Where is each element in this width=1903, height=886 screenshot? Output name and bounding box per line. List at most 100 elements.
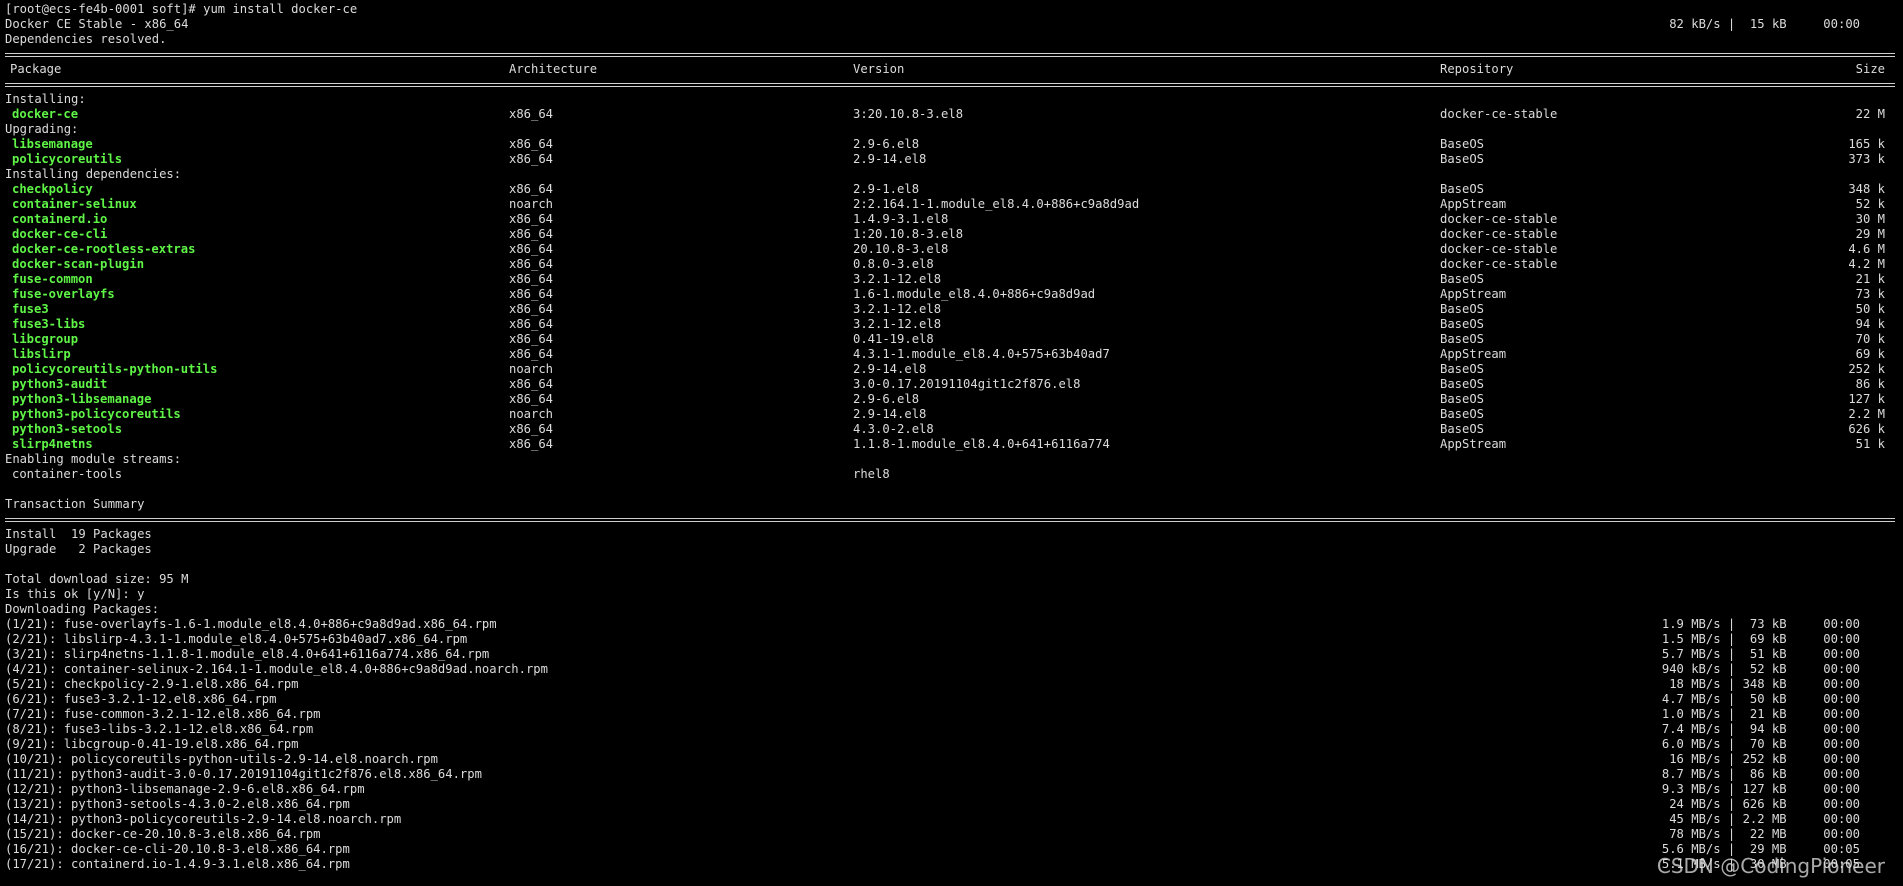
- package-version: 20.10.8-3.el8: [853, 242, 949, 256]
- package-arch: x86_64: [509, 242, 554, 256]
- section-title: Installing dependencies:: [5, 167, 182, 181]
- download-file: (17/21): containerd.io-1.4.9-3.1.el8.x86…: [5, 857, 350, 871]
- package-version: 0.8.0-3.el8: [853, 257, 934, 271]
- package-row: container-selinux noarch 2:2.164.1-1.modul…: [5, 197, 1895, 212]
- package-repo: AppStream: [1440, 347, 1507, 361]
- package-version: 2.9-14.el8: [853, 362, 927, 376]
- package-row: policycoreutils-python-utils noarch 2.9-14…: [5, 362, 1895, 377]
- package-repo: BaseOS: [1440, 152, 1485, 166]
- package-arch: x86_64: [509, 347, 554, 361]
- package-row: containerd.io x86_64 1.4.9-3.1.el8 docker-c…: [5, 212, 1895, 227]
- package-name: python3-audit: [12, 377, 108, 391]
- package-name: docker-ce: [12, 107, 79, 121]
- package-row: fuse3-libs x86_64 3.2.1-12.el8 BaseOS 94 k: [5, 317, 1895, 332]
- package-row: libsemanage x86_64 2.9-6.el8 BaseOS 165 k: [5, 137, 1895, 152]
- package-repo: docker-ce-stable: [1440, 212, 1558, 226]
- section-title: Upgrading:: [5, 122, 79, 136]
- package-arch: noarch: [509, 362, 554, 376]
- download-stats: 78 MB/s | 22 MB 00:00: [1669, 827, 1860, 841]
- package-repo: BaseOS: [1440, 377, 1485, 391]
- package-row: docker-ce-cli x86_64 1:20.10.8-3.el8 docker…: [5, 227, 1895, 242]
- package-arch: x86_64: [509, 437, 554, 451]
- package-arch: x86_64: [509, 257, 554, 271]
- package-version: 2.9-1.el8: [853, 182, 920, 196]
- package-repo: AppStream: [1440, 437, 1507, 451]
- download-stats: 1.5 MB/s | 69 kB 00:00: [1661, 632, 1860, 646]
- download-file: (9/21): libcgroup-0.41-19.el8.x86_64.rpm: [5, 737, 299, 751]
- download-row: (3/21): slirp4netns-1.1.8-1.module_el8.4…: [5, 647, 1895, 662]
- download-stats: 16 MB/s | 252 kB 00:00: [1669, 752, 1860, 766]
- package-arch: x86_64: [509, 227, 554, 241]
- download-file: (13/21): python3-setools-4.3.0-2.el8.x86…: [5, 797, 350, 811]
- package-version: 3.0-0.17.20191104git1c2f876.el8: [853, 377, 1081, 391]
- package-row: fuse-overlayfs x86_64 1.6-1.module_el8.4.0…: [5, 287, 1895, 302]
- terminal-output[interactable]: [root@ecs-fe4b-0001 soft]# yum install d…: [5, 2, 1895, 872]
- download-stats: 5.7 MB/s | 51 kB 00:00: [1661, 647, 1860, 661]
- package-version: 2.9-14.el8: [853, 152, 927, 166]
- package-row: libslirp x86_64 4.3.1-1.module_el8.4.0+575…: [5, 347, 1895, 362]
- download-row: (12/21): python3-libsemanage-2.9-6.el8.x…: [5, 782, 1895, 797]
- download-file: (8/21): fuse3-libs-3.2.1-12.el8.x86_64.r…: [5, 722, 314, 736]
- download-row: (6/21): fuse3-3.2.1-12.el8.x86_64.rpm 4.7…: [5, 692, 1895, 707]
- package-repo: BaseOS: [1440, 317, 1485, 331]
- package-arch: x86_64: [509, 152, 554, 166]
- package-arch: x86_64: [509, 377, 554, 391]
- download-row: (14/21): python3-policycoreutils-2.9-14.…: [5, 812, 1895, 827]
- header-version: Version: [853, 62, 905, 76]
- download-file: (12/21): python3-libsemanage-2.9-6.el8.x…: [5, 782, 365, 796]
- total-download-size: Total download size: 95 M: [5, 572, 189, 586]
- download-file: (16/21): docker-ce-cli-20.10.8-3.el8.x86…: [5, 842, 350, 856]
- package-row: slirp4netns x86_64 1.1.8-1.module_el8.4.0+…: [5, 437, 1895, 452]
- package-arch: x86_64: [509, 272, 554, 286]
- package-arch: noarch: [509, 197, 554, 211]
- package-name: python3-libsemanage: [12, 392, 152, 406]
- package-name: docker-ce-cli: [12, 227, 108, 241]
- package-repo: AppStream: [1440, 197, 1507, 211]
- package-version: 3.2.1-12.el8: [853, 272, 942, 286]
- package-row: python3-audit x86_64 3.0-0.17.20191104git1…: [5, 377, 1895, 392]
- package-size: 127 k: [1848, 392, 1885, 406]
- module-streams-title: Enabling module streams:: [5, 452, 182, 466]
- package-size: 2.2 M: [1848, 407, 1885, 421]
- table-header: Package Architecture Version Repository …: [5, 62, 1895, 77]
- download-row: (17/21): containerd.io-1.4.9-3.1.el8.x86…: [5, 857, 1895, 872]
- download-file: (10/21): policycoreutils-python-utils-2.…: [5, 752, 438, 766]
- download-list: (1/21): fuse-overlayfs-1.6-1.module_el8.…: [5, 617, 1895, 872]
- separator: [5, 77, 1895, 92]
- package-name: slirp4netns: [12, 437, 93, 451]
- package-row: checkpolicy x86_64 2.9-1.el8 BaseOS 348 k: [5, 182, 1895, 197]
- package-name: python3-setools: [12, 422, 123, 436]
- package-size: 70 k: [1855, 332, 1885, 346]
- summary-install: Install 19 Packages: [5, 527, 152, 541]
- header-repo: Repository: [1440, 62, 1514, 76]
- header-package: Package: [10, 62, 62, 76]
- repo-metadata-line: Docker CE Stable - x86_64 82 kB/s | 15 k…: [5, 17, 1860, 31]
- package-size: 4.2 M: [1848, 257, 1885, 271]
- package-size: 21 k: [1855, 272, 1885, 286]
- package-arch: x86_64: [509, 302, 554, 316]
- download-file: (4/21): container-selinux-2.164.1-1.modu…: [5, 662, 548, 676]
- package-name: docker-ce-rootless-extras: [12, 242, 196, 256]
- package-version: 3.2.1-12.el8: [853, 317, 942, 331]
- package-version: 2.9-14.el8: [853, 407, 927, 421]
- download-file: (3/21): slirp4netns-1.1.8-1.module_el8.4…: [5, 647, 490, 661]
- download-row: (9/21): libcgroup-0.41-19.el8.x86_64.rpm…: [5, 737, 1895, 752]
- package-row: fuse3 x86_64 3.2.1-12.el8 BaseOS 50 k: [5, 302, 1895, 317]
- command-prompt: [root@ecs-fe4b-0001 soft]# yum install d…: [5, 2, 358, 16]
- download-row: (15/21): docker-ce-20.10.8-3.el8.x86_64.…: [5, 827, 1895, 842]
- package-name: libcgroup: [12, 332, 79, 346]
- package-row: python3-policycoreutils noarch 2.9-14.el8 B…: [5, 407, 1895, 422]
- deps-resolved-line: Dependencies resolved.: [5, 32, 167, 46]
- package-row: python3-setools x86_64 4.3.0-2.el8 BaseOS 62…: [5, 422, 1895, 437]
- package-repo: AppStream: [1440, 287, 1507, 301]
- package-size: 373 k: [1848, 152, 1885, 166]
- package-arch: x86_64: [509, 332, 554, 346]
- package-name: fuse3: [12, 302, 49, 316]
- package-repo: docker-ce-stable: [1440, 257, 1558, 271]
- downloading-title: Downloading Packages:: [5, 602, 160, 616]
- package-size: 4.6 M: [1848, 242, 1885, 256]
- package-version: 4.3.0-2.el8: [853, 422, 934, 436]
- download-stats: 940 kB/s | 52 kB 00:00: [1661, 662, 1860, 676]
- package-name: libslirp: [12, 347, 71, 361]
